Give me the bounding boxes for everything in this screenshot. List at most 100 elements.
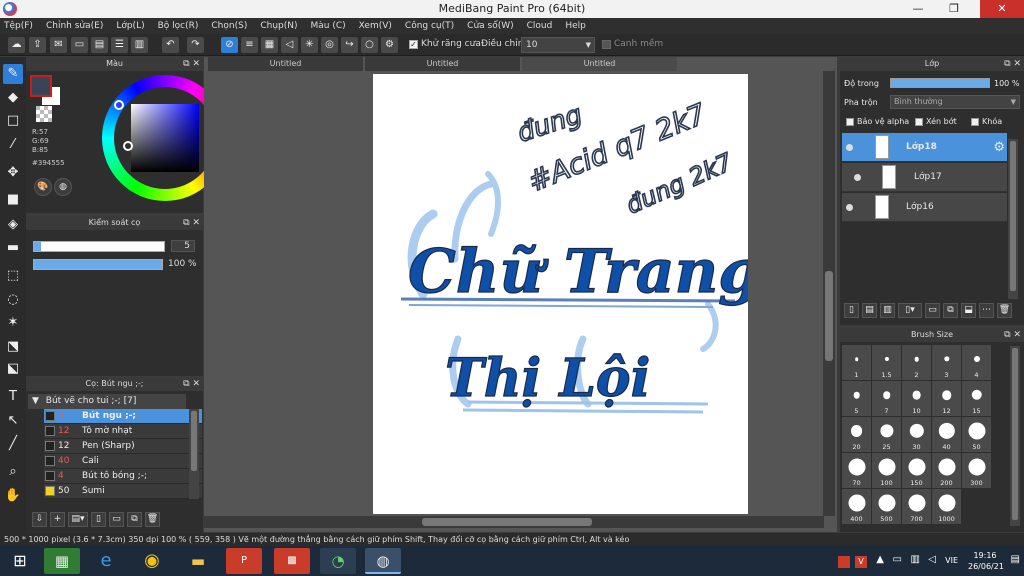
text-tool-icon[interactable]: T (3, 387, 23, 407)
share-icon[interactable]: ⇪ (29, 37, 46, 53)
brush-size-option[interactable]: 30 (902, 417, 931, 452)
brush-size-option[interactable]: 50 (962, 417, 991, 452)
clock-date[interactable]: 26/06/21 (968, 562, 1004, 571)
brush-group-row[interactable]: ▼ Bút vẽ cho tui ;-; [7] (28, 394, 186, 409)
curve-snap-icon[interactable]: ↪ (341, 37, 358, 53)
duplicate-icon[interactable]: ⧉ (127, 512, 142, 527)
battery-icon[interactable]: ▭ (893, 554, 902, 565)
select-tool-icon[interactable]: ⬚ (3, 266, 23, 286)
settings-icon[interactable]: ⚙ (381, 37, 398, 53)
page-icon[interactable]: ▥ (131, 37, 148, 53)
brush-size-option[interactable]: 1.5 (872, 345, 901, 380)
vertical-scrollbar[interactable] (823, 71, 835, 516)
more-icon[interactable]: ⋯ (979, 303, 994, 318)
cloud-download-icon[interactable]: ⇩ (32, 512, 47, 527)
adjust-select[interactable]: 10 ▼ (521, 37, 595, 53)
palette-edit-icon[interactable]: ◍ (54, 178, 72, 196)
layer-row-16[interactable]: Lớp16 (842, 193, 1007, 222)
menu-select[interactable]: Chọn(S) (211, 21, 247, 31)
palette-icon[interactable]: 🎨 (34, 178, 52, 196)
panel-controls-icon[interactable]: ⧉ ✕ (183, 57, 200, 71)
perspective-snap-icon[interactable]: ◁ (281, 37, 298, 53)
brush-size-option[interactable]: 40 (932, 417, 961, 452)
close-button[interactable]: ✕ (980, 0, 1024, 18)
foreground-color-swatch[interactable] (30, 75, 52, 97)
brush-size-option[interactable]: 400 (842, 489, 871, 524)
gradient-tool-icon[interactable]: ▬ (3, 238, 23, 258)
trash-icon[interactable]: 🗑 (145, 512, 160, 527)
antialias-checkbox[interactable]: ✓ (409, 40, 418, 49)
dot-tool-icon[interactable]: ⁄ (3, 135, 23, 155)
restore-button[interactable]: ❐ (940, 0, 968, 18)
magic-wand-tool-icon[interactable]: ✶ (3, 313, 23, 333)
brush-size-option[interactable]: 200 (932, 453, 961, 488)
folder-icon[interactable]: ▭ (925, 303, 940, 318)
brush-size-option[interactable]: 70 (842, 453, 871, 488)
panel-controls-icon[interactable]: ⧉ ✕ (1004, 328, 1021, 342)
menu-view[interactable]: Xem(V) (359, 21, 392, 31)
document-tab[interactable]: Untitled (365, 57, 520, 71)
volume-icon[interactable]: ◁ (928, 554, 936, 565)
comment-icon[interactable]: ▭ (71, 37, 88, 53)
brush-tool-icon[interactable]: ✎ (3, 64, 23, 84)
menu-file[interactable]: Tệp(F) (4, 21, 33, 31)
chat-icon[interactable]: ✉ (50, 37, 67, 53)
transparent-color-swatch[interactable] (36, 106, 52, 122)
add-brush-menu-icon[interactable]: ▤▾ (68, 512, 88, 527)
ellipse-snap-icon[interactable]: ○ (361, 37, 378, 53)
saturation-value-square[interactable] (131, 104, 199, 172)
brush-size-option[interactable]: 15 (962, 381, 991, 416)
medibang-taskbar-icon[interactable]: ◍ (365, 548, 401, 574)
eye-icon[interactable] (846, 144, 853, 151)
vietkey-icon[interactable]: V (855, 556, 867, 568)
soft-edge-checkbox[interactable] (602, 40, 611, 49)
new-1bit-layer-icon[interactable]: ▥ (880, 303, 895, 318)
brush-size-option[interactable]: 3 (932, 345, 961, 380)
brush-size-option[interactable]: 4 (962, 345, 991, 380)
cloud-icon[interactable]: ☁ (8, 37, 25, 53)
menu-edit[interactable]: Chỉnh sửa(E) (46, 21, 103, 31)
copy-brush-icon[interactable]: ▯ (91, 512, 106, 527)
brush-item[interactable]: 50 Sumi (44, 484, 202, 499)
brush-size-option[interactable]: 10 (902, 381, 931, 416)
protect-alpha-checkbox[interactable] (846, 118, 854, 126)
layer-row-17[interactable]: Lớp17 (842, 163, 1007, 192)
menu-cloud[interactable]: Cloud (527, 21, 553, 31)
duplicate-layer-icon[interactable]: ⧉ (943, 303, 958, 318)
bucket-tool-icon[interactable]: ◈ (3, 215, 23, 235)
brush-size-option[interactable]: 1000 (932, 489, 961, 524)
document-tab-active[interactable]: Untitled (522, 57, 677, 71)
brush-size-option[interactable]: 12 (932, 381, 961, 416)
divide-tool-icon[interactable]: ╱ (3, 434, 23, 454)
brush-size-option[interactable]: 150 (902, 453, 931, 488)
trash-icon[interactable]: 🗑 (997, 303, 1012, 318)
menu-tools[interactable]: Công cụ(T) (405, 21, 454, 31)
brush-size-option[interactable]: 7 (872, 381, 901, 416)
folder-icon[interactable]: ▭ (109, 512, 124, 527)
menu-window[interactable]: Cửa sổ(W) (467, 21, 513, 31)
lock-checkbox[interactable] (971, 118, 979, 126)
clock-time[interactable]: 19:16 (968, 551, 1002, 560)
panel-controls-icon[interactable]: ⧉ ✕ (1004, 57, 1021, 71)
brush-item[interactable]: 40 Cali (44, 454, 202, 469)
app-grid-icon[interactable]: ▩ (274, 548, 310, 574)
brush-size-option[interactable]: 300 (962, 453, 991, 488)
brush-item[interactable]: 5 Bút ngu ;-; ⚙ (44, 409, 202, 424)
rectangle-tool-icon[interactable]: □ (3, 111, 23, 131)
file-explorer-icon[interactable]: ▬ (180, 548, 216, 574)
input-language[interactable]: VIE (945, 556, 958, 565)
brush-item[interactable]: 4 Bút tô bóng ;-; (44, 469, 202, 484)
layer-row-18[interactable]: Lớp18 ⚙ (842, 133, 1007, 162)
eyedropper-tool-icon[interactable]: ⌕ (3, 462, 23, 482)
color-marker[interactable] (123, 141, 133, 151)
menu-color[interactable]: Màu (C) (311, 21, 346, 31)
hue-marker[interactable] (114, 100, 124, 110)
hand-tool-icon[interactable]: ✋ (3, 486, 23, 506)
network-icon[interactable]: ▥ (911, 554, 920, 565)
move-tool-icon[interactable]: ✥ (3, 163, 23, 183)
panel-controls-icon[interactable]: ⧉ ✕ (183, 377, 200, 391)
document-tab[interactable]: Untitled (208, 57, 363, 71)
brush-item[interactable]: 12 Tô mờ nhạt (44, 424, 202, 439)
eye-icon[interactable] (846, 204, 853, 211)
menu-help[interactable]: Help (565, 21, 586, 31)
